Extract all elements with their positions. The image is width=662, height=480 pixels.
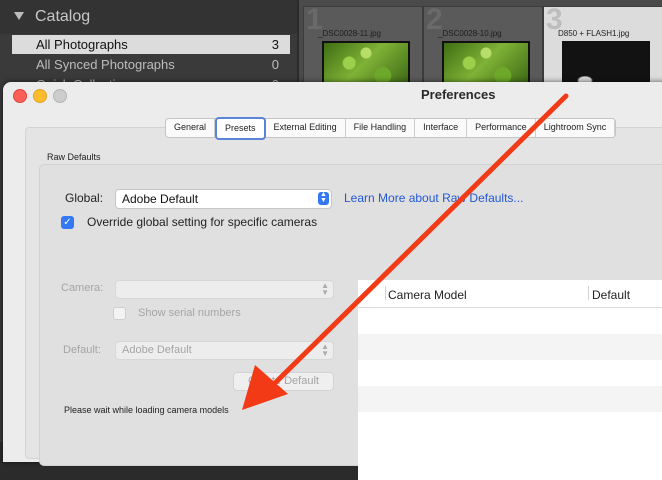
grid-cell[interactable]: 2 _DSC0028-10.jpg xyxy=(423,3,543,95)
preferences-tabs: General Presets External Editing File Ha… xyxy=(165,117,617,140)
catalog-item-label: All Photographs xyxy=(36,37,128,52)
tab-performance[interactable]: Performance xyxy=(467,119,536,137)
column-separator[interactable] xyxy=(588,286,589,300)
table-header: Camera Model Default xyxy=(358,280,662,308)
photo-grid: 1 _DSC0028-11.jpg 2 _DSC0028-10.jpg 3 D8… xyxy=(299,0,662,95)
table-row[interactable] xyxy=(358,308,662,334)
tab-general[interactable]: General xyxy=(166,119,216,137)
tab-presets[interactable]: Presets xyxy=(215,117,266,140)
close-window-icon[interactable] xyxy=(13,89,27,103)
select-stepper-icon: ▲ ▼ xyxy=(321,342,329,358)
window-title: Preferences xyxy=(421,87,496,102)
camera-label: Camera: xyxy=(61,282,104,294)
cell-filename: _DSC0028-10.jpg xyxy=(438,29,502,38)
grid-cell[interactable]: 1 _DSC0028-11.jpg xyxy=(303,3,423,95)
tab-interface[interactable]: Interface xyxy=(415,119,468,137)
grid-cell-selected[interactable]: 3 D850 + FLASH1.jpg xyxy=(543,3,662,95)
loading-message: Please wait while loading camera models xyxy=(64,405,229,415)
table-row[interactable] xyxy=(358,360,662,386)
default-select[interactable]: Adobe Default ▲ ▼ xyxy=(115,341,334,360)
catalog-item-count: 0 xyxy=(271,57,279,72)
camera-defaults-table: Camera Model Default xyxy=(358,280,662,480)
default-label: Default: xyxy=(63,344,101,356)
global-label: Global: xyxy=(65,191,104,205)
catalog-item-all-synced[interactable]: All Synced Photographs 0 xyxy=(12,55,290,74)
cell-filename: D850 + FLASH1.jpg xyxy=(558,29,630,38)
table-row[interactable] xyxy=(358,334,662,360)
cell-filename: _DSC0028-11.jpg xyxy=(318,29,382,38)
default-select-value: Adobe Default xyxy=(122,344,192,356)
catalog-title: Catalog xyxy=(35,8,91,25)
catalog-item-all-photographs[interactable]: All Photographs 3 xyxy=(12,35,290,54)
table-row[interactable] xyxy=(358,386,662,412)
learn-more-link[interactable]: Learn More about Raw Defaults... xyxy=(344,191,523,205)
override-checkbox-label[interactable]: Override global setting for specific cam… xyxy=(87,215,317,229)
camera-select[interactable]: ▲ ▼ xyxy=(115,280,334,299)
show-serial-label[interactable]: Show serial numbers xyxy=(138,307,241,319)
global-default-value: Adobe Default xyxy=(122,192,199,206)
table-row[interactable] xyxy=(358,412,662,438)
select-stepper-icon: ▲ ▼ xyxy=(321,281,329,297)
override-checkbox[interactable]: ✓ xyxy=(61,216,74,229)
column-header-default[interactable]: Default xyxy=(592,288,630,302)
preferences-window: Preferences General Presets External Edi… xyxy=(3,82,662,480)
select-stepper-icon: ▲ ▼ xyxy=(318,191,329,205)
catalog-item-count: 3 xyxy=(271,37,279,52)
raw-defaults-heading: Raw Defaults xyxy=(47,152,101,162)
column-header-camera-model[interactable]: Camera Model xyxy=(388,288,467,302)
show-serial-checkbox[interactable] xyxy=(113,307,126,320)
catalog-item-label: All Synced Photographs xyxy=(36,57,175,72)
catalog-header[interactable]: Catalog xyxy=(0,0,297,34)
column-separator[interactable] xyxy=(385,286,386,300)
global-default-select[interactable]: Adobe Default ▲ ▼ xyxy=(115,189,332,209)
tab-external-editing[interactable]: External Editing xyxy=(266,119,346,137)
minimize-window-icon[interactable] xyxy=(33,89,47,103)
zoom-window-icon[interactable] xyxy=(53,89,67,103)
create-default-button[interactable]: Create Default xyxy=(233,372,334,391)
tab-file-handling[interactable]: File Handling xyxy=(346,119,416,137)
window-titlebar[interactable]: Preferences xyxy=(3,82,662,108)
tab-lightroom-sync[interactable]: Lightroom Sync xyxy=(536,119,616,137)
disclosure-triangle-icon[interactable] xyxy=(14,12,24,20)
